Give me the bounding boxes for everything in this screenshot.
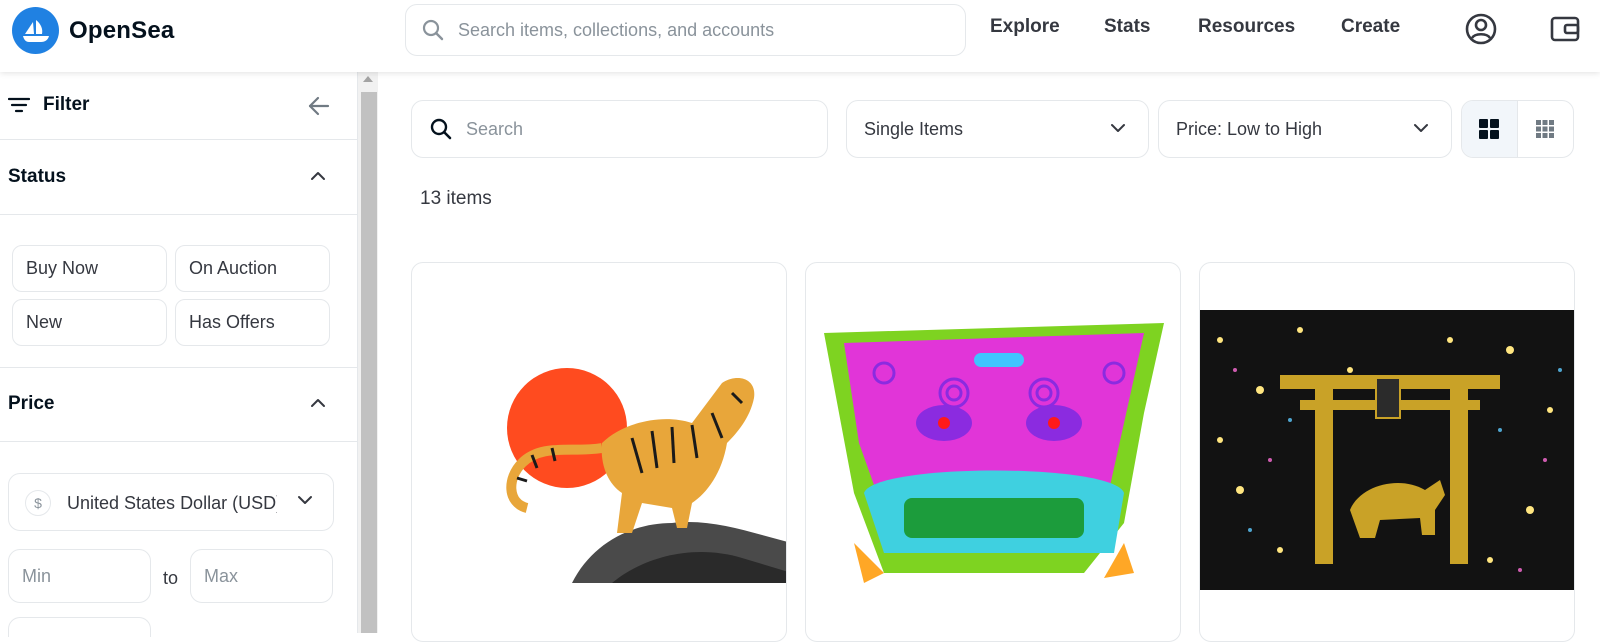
chevron-up-icon (311, 399, 325, 407)
price-title: Price (8, 393, 55, 414)
nav-create[interactable]: Create (1341, 16, 1400, 38)
dollar-icon: $ (25, 490, 51, 516)
price-max-input[interactable] (204, 565, 314, 587)
nav-stats[interactable]: Stats (1104, 16, 1150, 38)
opensea-boat-icon (12, 7, 59, 54)
filter-title: Filter (43, 94, 90, 115)
pink-mask-artwork (824, 323, 1164, 583)
search-icon (430, 118, 452, 140)
grid-view-toggle (1461, 100, 1574, 158)
status-buy-now[interactable]: Buy Now (12, 245, 167, 292)
status-title: Status (8, 166, 67, 187)
item-type-value: Single Items (864, 119, 964, 139)
price-section-header[interactable]: Price (0, 367, 358, 442)
global-search-input[interactable] (458, 19, 938, 41)
wallet-icon[interactable] (1548, 12, 1582, 51)
large-grid-icon (1479, 119, 1500, 139)
price-min-field[interactable] (8, 549, 151, 603)
price-min-input[interactable] (22, 565, 132, 587)
global-search-bar[interactable] (405, 4, 966, 56)
currency-select[interactable]: $ United States Dollar (USD) (8, 473, 334, 531)
sort-dropdown[interactable]: Price: Low to High (1158, 100, 1452, 158)
search-icon (422, 19, 444, 41)
apply-button[interactable] (8, 617, 151, 637)
nav-explore[interactable]: Explore (990, 16, 1060, 38)
nft-card[interactable] (805, 262, 1181, 642)
status-new[interactable]: New (12, 299, 167, 346)
tiger-sun-artwork (506, 368, 786, 583)
collapse-sidebar-arrow-icon[interactable] (308, 96, 330, 116)
item-type-dropdown[interactable]: Single Items (846, 100, 1149, 158)
filter-header: Filter (0, 72, 358, 140)
top-navbar: OpenSea Explore Stats Resources Create (0, 0, 1600, 72)
golden-torii-artwork (1200, 310, 1574, 590)
status-has-offers[interactable]: Has Offers (175, 299, 330, 346)
scroll-up-arrow-icon[interactable] (363, 76, 373, 82)
profile-icon[interactable] (1464, 12, 1498, 51)
large-grid-button[interactable] (1462, 101, 1518, 157)
chevron-down-icon (298, 496, 312, 504)
collection-search-input[interactable] (466, 118, 806, 140)
status-on-auction[interactable]: On Auction (175, 245, 330, 292)
item-count: 13 items (420, 188, 492, 209)
nft-card[interactable] (1199, 262, 1575, 642)
filter-icon (8, 97, 30, 113)
currency-label: United States Dollar (USD) (67, 493, 277, 513)
small-grid-button[interactable] (1518, 101, 1574, 157)
small-grid-icon (1536, 120, 1555, 138)
opensea-logo[interactable]: OpenSea (12, 7, 174, 54)
sort-value: Price: Low to High (1176, 119, 1323, 139)
range-to-label: to (163, 568, 179, 588)
status-section-header[interactable]: Status (0, 140, 358, 215)
chevron-down-icon (1414, 124, 1428, 132)
filter-sidebar: Filter Status Buy Now On Auction New Has… (0, 72, 358, 637)
nav-resources[interactable]: Resources (1198, 16, 1295, 38)
price-max-field[interactable] (190, 549, 333, 603)
brand-name: OpenSea (69, 16, 175, 44)
chevron-down-icon (1111, 124, 1125, 132)
nft-card[interactable] (411, 262, 787, 642)
scrollbar-thumb[interactable] (361, 92, 377, 633)
chevron-up-icon (311, 172, 325, 180)
collection-search-bar[interactable] (411, 100, 828, 158)
